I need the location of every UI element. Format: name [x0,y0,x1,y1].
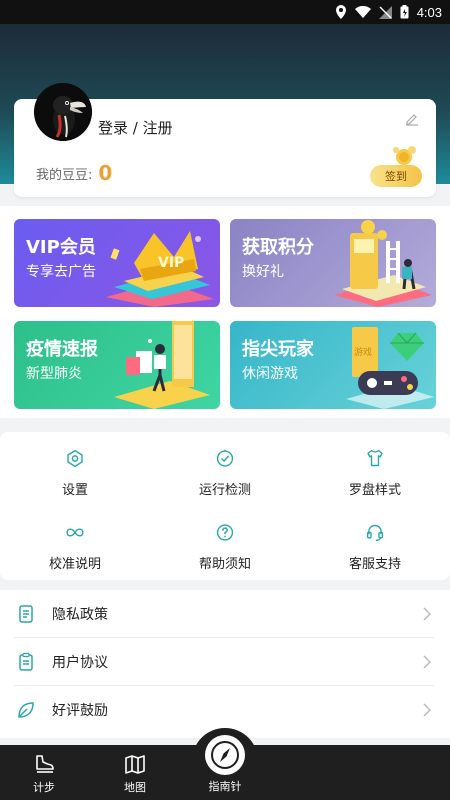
clipboard-icon [19,652,33,671]
avatar[interactable] [34,83,92,141]
grid-item-label: 校准说明 [48,557,101,572]
battery-icon [400,5,409,19]
epidemic-news-card[interactable]: 疫情速报 新型肺炎 [14,321,220,409]
promo-section: VIP会员 专享去广告 VIP 获取积分 换好礼 疫情速报 新型肺炎 指尖玩家 … [0,206,450,418]
infinity-icon [66,528,84,537]
map-icon [125,755,145,774]
casual-games-card[interactable]: 指尖玩家 休闲游戏 游戏 [230,321,436,409]
nav-label: 计步 [33,781,55,794]
checkin-widget[interactable]: 签到 [370,145,422,187]
nav-compass[interactable] [205,735,245,775]
grid-item-help[interactable]: 帮助须知 [150,512,300,572]
compass-icon [211,741,239,769]
settings-icon [67,449,83,468]
grid-item-calibration[interactable]: 校准说明 [0,512,150,572]
grid-item-label: 客服支持 [348,557,401,572]
list-item-user-agreement[interactable]: 用户协议 [0,638,450,686]
grid-item-label: 运行检测 [198,483,251,498]
vip-art-text: VIP [158,255,184,271]
vip-crown-illustration-icon: VIP [106,231,214,307]
chevron-right-icon [423,655,432,669]
location-icon [335,5,346,19]
get-points-card[interactable]: 获取积分 换好礼 [230,219,436,307]
clock-check-icon [216,449,234,467]
wifi-icon [354,6,371,18]
grid-item-compass-style[interactable]: 罗盘样式 [300,438,450,498]
grid-item-label: 帮助须知 [198,557,251,572]
epidemic-illustration-icon [114,321,210,409]
nav-map[interactable]: 地图 [105,745,165,800]
list-item-label: 用户协议 [52,655,108,671]
grid-item-run-check[interactable]: 运行检测 [150,438,300,498]
status-time: 4:03 [416,4,442,20]
games-art-text: 游戏 [354,346,372,358]
points-illustration-icon [334,220,432,307]
login-register-link[interactable]: 登录 / 注册 [98,117,173,138]
list-item-label: 隐私政策 [52,607,108,623]
beans-label: 我的豆豆: [36,167,93,183]
question-icon [216,524,234,541]
profile-card: 登录 / 注册 我的豆豆: 0 签到 [14,83,436,197]
chevron-right-icon [423,703,432,717]
no-signal-icon [378,5,392,19]
status-bar: 4:03 [0,0,450,24]
edit-icon[interactable] [404,111,420,127]
list-item-privacy-policy[interactable]: 隐私政策 [0,590,450,638]
nav-label: 地图 [124,781,146,794]
grid-item-label: 设置 [61,483,88,498]
grid-item-label: 罗盘样式 [348,483,401,498]
grid-item-settings[interactable]: 设置 [0,438,150,498]
grid-item-support[interactable]: 客服支持 [300,512,450,572]
headset-icon [366,524,384,542]
bird-avatar-icon [34,83,92,141]
function-grid: 设置 运行检测 罗盘样式 校准说明 帮助须知 客服支持 [0,432,450,580]
shirt-icon [367,449,383,467]
list-item-rate-us[interactable]: 好评鼓励 [0,686,450,734]
leaf-icon [18,702,34,718]
beans-balance: 我的豆豆: 0 [36,161,112,185]
document-icon [19,605,33,623]
shoe-icon [36,755,54,773]
checkin-button[interactable]: 签到 [370,165,422,187]
chevron-right-icon [423,607,432,621]
nav-pedometer[interactable]: 计步 [14,745,74,800]
beans-value: 0 [98,161,113,185]
settings-list: 隐私政策 用户协议 好评鼓励 [0,590,450,738]
list-item-label: 好评鼓励 [52,703,108,719]
nav-compass-label[interactable]: 指南针 [195,778,255,794]
gamepad-illustration-icon: 游戏 [346,327,434,409]
vip-membership-card[interactable]: VIP会员 专享去广告 VIP [14,219,220,307]
coins-icon [393,146,416,165]
